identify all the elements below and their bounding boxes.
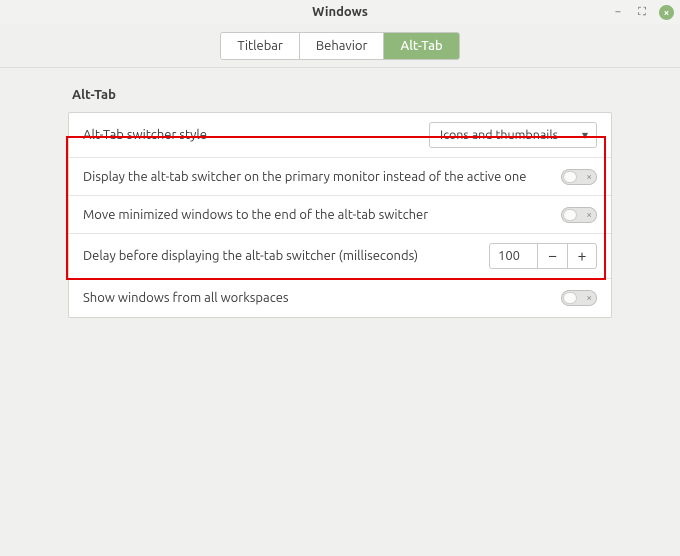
chevron-down-icon: ▾ bbox=[582, 128, 588, 142]
label-switcher-style: Alt-Tab switcher style bbox=[83, 128, 207, 142]
toggle-primary-monitor[interactable]: × bbox=[561, 169, 597, 185]
row-delay: Delay before displaying the alt-tab swit… bbox=[69, 234, 611, 279]
dropdown-value: Icons and thumbnails bbox=[440, 128, 558, 142]
content-area: Alt-Tab Alt-Tab switcher style Icons and… bbox=[0, 68, 680, 318]
toggle-knob bbox=[563, 292, 577, 304]
tab-behavior[interactable]: Behavior bbox=[300, 33, 385, 59]
row-primary-monitor: Display the alt-tab switcher on the prim… bbox=[69, 158, 611, 196]
label-primary-monitor: Display the alt-tab switcher on the prim… bbox=[83, 170, 526, 184]
label-move-minimized: Move minimized windows to the end of the… bbox=[83, 208, 428, 222]
tab-alt-tab[interactable]: Alt-Tab bbox=[384, 33, 458, 59]
toggle-off-icon: × bbox=[586, 210, 592, 220]
button-delay-increment[interactable]: + bbox=[567, 243, 597, 269]
tab-group: Titlebar Behavior Alt-Tab bbox=[220, 32, 459, 60]
section-heading: Alt-Tab bbox=[72, 88, 612, 102]
toggle-move-minimized[interactable]: × bbox=[561, 207, 597, 223]
row-switcher-style: Alt-Tab switcher style Icons and thumbna… bbox=[69, 113, 611, 158]
dropdown-switcher-style[interactable]: Icons and thumbnails ▾ bbox=[429, 122, 597, 148]
window-titlebar: Windows − ⛶ × bbox=[0, 0, 680, 24]
label-all-workspaces: Show windows from all workspaces bbox=[83, 291, 289, 305]
button-delay-decrement[interactable]: − bbox=[537, 243, 567, 269]
toggle-all-workspaces[interactable]: × bbox=[561, 290, 597, 306]
toggle-off-icon: × bbox=[586, 172, 592, 182]
toggle-knob bbox=[563, 209, 577, 221]
input-delay-value[interactable] bbox=[489, 243, 537, 269]
stepper-delay: − + bbox=[489, 243, 597, 269]
settings-panel: Alt-Tab switcher style Icons and thumbna… bbox=[68, 112, 612, 318]
row-move-minimized: Move minimized windows to the end of the… bbox=[69, 196, 611, 234]
window-title: Windows bbox=[312, 5, 368, 19]
toggle-knob bbox=[563, 171, 577, 183]
window-controls: − ⛶ × bbox=[611, 0, 674, 24]
row-all-workspaces: Show windows from all workspaces × bbox=[69, 279, 611, 317]
close-icon[interactable]: × bbox=[659, 5, 674, 20]
toggle-off-icon: × bbox=[586, 293, 592, 303]
tab-bar: Titlebar Behavior Alt-Tab bbox=[0, 24, 680, 68]
tab-titlebar[interactable]: Titlebar bbox=[221, 33, 300, 59]
minimize-icon[interactable]: − bbox=[611, 5, 625, 19]
maximize-icon[interactable]: ⛶ bbox=[635, 5, 649, 19]
label-delay: Delay before displaying the alt-tab swit… bbox=[83, 249, 418, 263]
